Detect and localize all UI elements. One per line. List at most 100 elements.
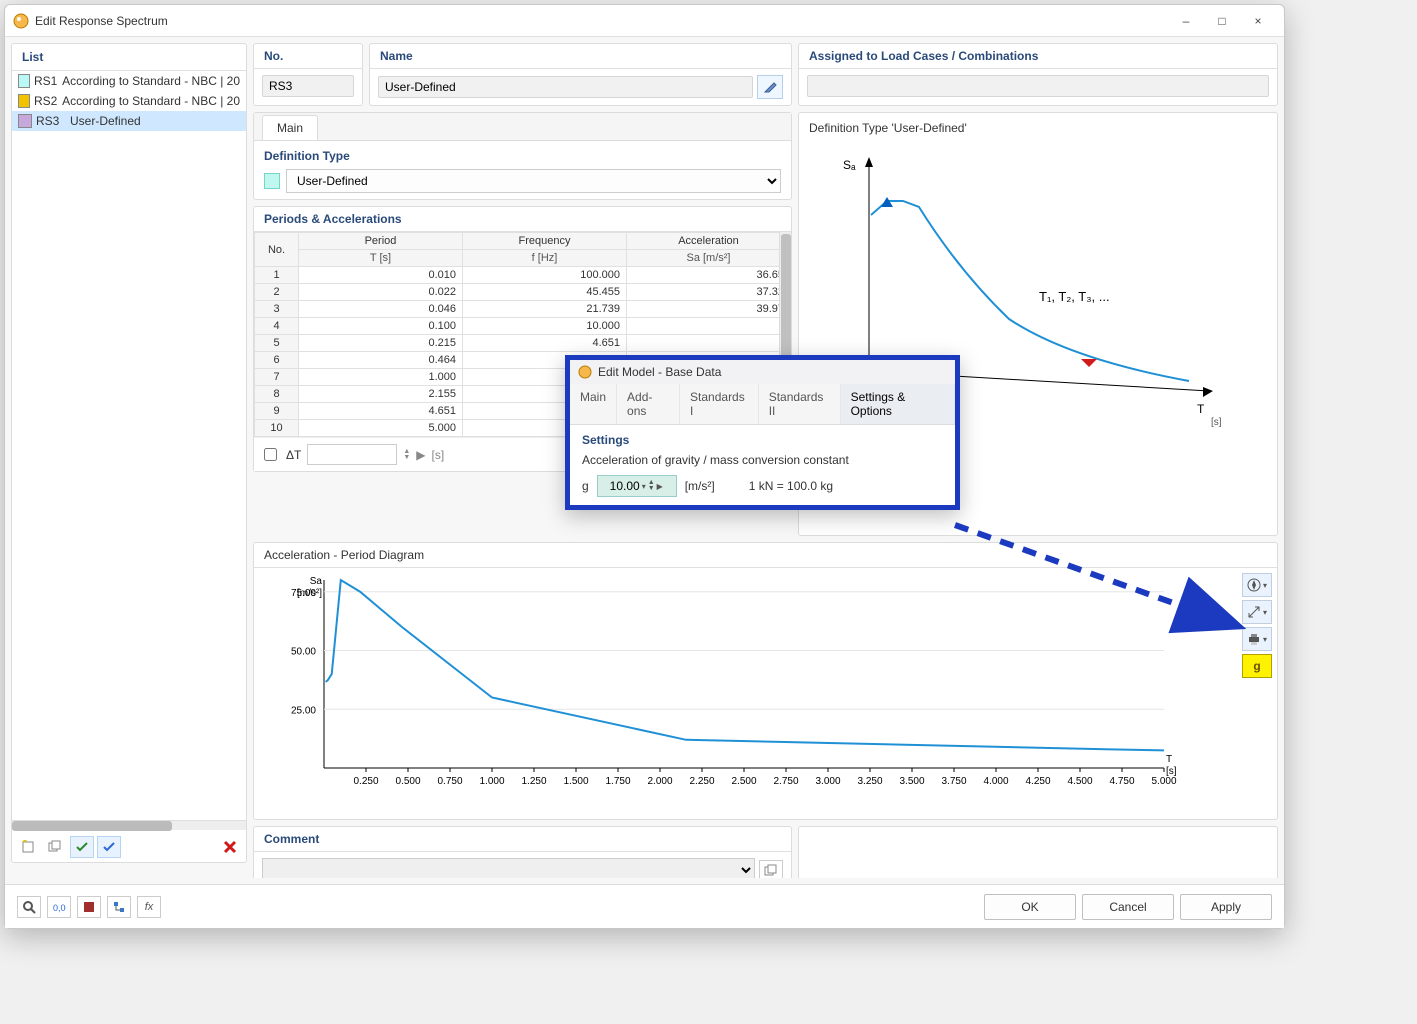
diagram-svg: 25.0050.0075.000.2500.5000.7501.0001.250…	[254, 568, 1184, 808]
footer-fx-button[interactable]: fx	[137, 896, 161, 918]
comment-library-button[interactable]	[759, 860, 783, 879]
assigned-card: Assigned to Load Cases / Combinations	[798, 43, 1278, 106]
tab-main[interactable]: Main	[262, 115, 318, 140]
g-button[interactable]: g	[1242, 654, 1272, 678]
check-blue-button[interactable]	[97, 836, 121, 858]
list-item-color-icon	[18, 74, 30, 88]
popup-tabs: MainAdd-onsStandards IStandards IISettin…	[570, 384, 955, 425]
svg-text:0.250: 0.250	[353, 776, 378, 787]
name-card: Name	[369, 43, 792, 106]
main-definition-card: Main Definition Type User-Defined	[253, 112, 792, 200]
apply-button[interactable]: Apply	[1180, 894, 1272, 920]
svg-text:T₁, T₂, T₃, ...: T₁, T₂, T₃, ...	[1039, 289, 1110, 304]
base-data-popup: Edit Model - Base Data MainAdd-onsStanda…	[565, 355, 960, 510]
svg-text:1.250: 1.250	[521, 776, 546, 787]
svg-text:0,00: 0,00	[53, 903, 66, 913]
dialog-footer: 0,00 fx OK Cancel Apply	[5, 884, 1284, 928]
edit-name-button[interactable]	[757, 75, 783, 99]
app-icon	[13, 13, 29, 29]
svg-text:2.750: 2.750	[773, 776, 798, 787]
comment-label: Comment	[254, 827, 791, 852]
scale-button[interactable]: ▾	[1242, 600, 1272, 624]
list-item-color-icon	[18, 94, 30, 108]
ok-button[interactable]: OK	[984, 894, 1076, 920]
popup-g-dropdown[interactable]: ▾	[642, 482, 646, 491]
popup-app-icon	[578, 365, 592, 379]
pa-row[interactable]: 30.04621.73939.97	[255, 301, 791, 318]
popup-tab[interactable]: Standards II	[759, 384, 841, 424]
list-label: List	[12, 44, 246, 71]
spectrum-list-item[interactable]: RS2According to Standard - NBC | 20	[12, 91, 246, 111]
popup-tab[interactable]: Main	[570, 384, 617, 424]
delta-t-spinner[interactable]: ▲▼	[403, 449, 410, 461]
svg-text:5.000: 5.000	[1151, 776, 1176, 787]
delta-t-unit: [s]	[432, 448, 445, 462]
popup-titlebar: Edit Model - Base Data	[570, 360, 955, 384]
close-button[interactable]: ×	[1240, 14, 1276, 28]
compass-button[interactable]: ▾	[1242, 573, 1272, 597]
new-entry-button[interactable]	[16, 836, 40, 858]
main-window: Edit Response Spectrum – □ × List RS1Acc…	[4, 4, 1285, 929]
delta-t-checkbox[interactable]	[264, 448, 277, 461]
cancel-button[interactable]: Cancel	[1082, 894, 1174, 920]
svg-text:1.000: 1.000	[479, 776, 504, 787]
definition-type-label: Definition Type	[264, 147, 781, 169]
delta-t-label: ΔT	[286, 448, 301, 462]
svg-text:T: T	[1166, 754, 1172, 765]
svg-text:[m/s²]: [m/s²]	[297, 588, 322, 599]
svg-text:25.00: 25.00	[291, 705, 316, 716]
svg-text:3.500: 3.500	[899, 776, 924, 787]
maximize-button[interactable]: □	[1204, 14, 1240, 28]
pa-row[interactable]: 50.2154.651	[255, 335, 791, 352]
spectrum-list-item[interactable]: RS1According to Standard - NBC | 20	[12, 71, 246, 91]
svg-text:50.00: 50.00	[291, 647, 316, 658]
titlebar: Edit Response Spectrum – □ ×	[5, 5, 1284, 37]
footer-units-button[interactable]: 0,00	[47, 896, 71, 918]
popup-title: Edit Model - Base Data	[598, 365, 721, 379]
minimize-button[interactable]: –	[1168, 14, 1204, 28]
pa-row[interactable]: 20.02245.45537.32	[255, 284, 791, 301]
delete-entry-button[interactable]	[218, 836, 242, 858]
pa-row[interactable]: 40.10010.000	[255, 318, 791, 335]
empty-right-card	[798, 826, 1278, 878]
footer-search-button[interactable]	[17, 896, 41, 918]
popup-tab[interactable]: Add-ons	[617, 384, 680, 424]
svg-text:3.000: 3.000	[815, 776, 840, 787]
pa-label: Periods & Accelerations	[254, 207, 791, 232]
list-item-name: According to Standard - NBC | 20	[62, 74, 240, 88]
popup-g-symbol: g	[582, 479, 589, 493]
svg-text:0.750: 0.750	[437, 776, 462, 787]
popup-g-spinner[interactable]: ▲▼	[648, 480, 655, 492]
pa-row[interactable]: 10.010100.00036.65	[255, 267, 791, 284]
delta-t-play[interactable]: ▶	[416, 448, 425, 462]
print-button[interactable]: ▾	[1242, 627, 1272, 651]
popup-g-input[interactable]	[602, 478, 642, 494]
svg-text:Sa: Sa	[310, 576, 323, 587]
svg-text:4.750: 4.750	[1109, 776, 1134, 787]
definition-type-color-icon	[264, 173, 280, 189]
svg-text:4.250: 4.250	[1025, 776, 1050, 787]
list-panel: List RS1According to Standard - NBC | 20…	[11, 43, 247, 863]
copy-entry-button[interactable]	[43, 836, 67, 858]
svg-text:3.750: 3.750	[941, 776, 966, 787]
spectrum-list-item[interactable]: RS3User-Defined	[12, 111, 246, 131]
footer-tree-button[interactable]	[107, 896, 131, 918]
comment-select[interactable]	[262, 858, 755, 878]
popup-g-play[interactable]: ▶	[657, 482, 663, 491]
list-items: RS1According to Standard - NBC | 20RS2Ac…	[12, 71, 246, 820]
footer-color-button[interactable]	[77, 896, 101, 918]
svg-text:2.000: 2.000	[647, 776, 672, 787]
check-green-button[interactable]	[70, 836, 94, 858]
popup-tab[interactable]: Standards I	[680, 384, 759, 424]
list-horizontal-scrollbar[interactable]	[12, 820, 246, 830]
delta-t-input[interactable]	[307, 444, 397, 465]
assigned-label: Assigned to Load Cases / Combinations	[799, 44, 1277, 69]
popup-tab[interactable]: Settings & Options	[841, 384, 955, 424]
name-input[interactable]	[378, 76, 753, 98]
popup-settings-label: Settings	[582, 433, 943, 447]
comment-card: Comment	[253, 826, 792, 878]
svg-text:[s]: [s]	[1166, 766, 1177, 777]
window-title: Edit Response Spectrum	[35, 14, 1168, 28]
svg-text:2.500: 2.500	[731, 776, 756, 787]
definition-type-select[interactable]: User-Defined	[286, 169, 781, 193]
